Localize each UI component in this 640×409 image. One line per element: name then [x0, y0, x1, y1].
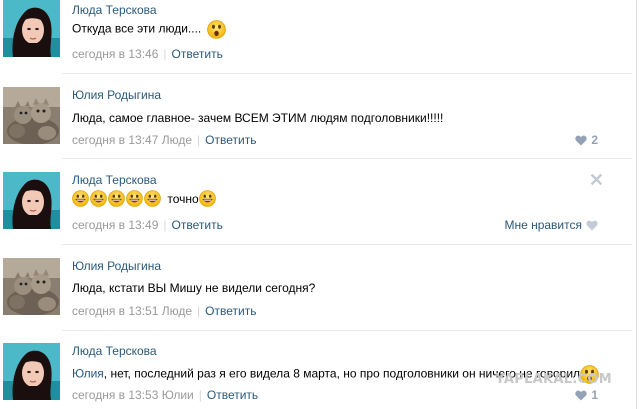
comment-time[interactable]: сегодня в 13:51 [72, 304, 158, 318]
comment-divider [62, 244, 632, 245]
comment-text: Люда, кстати ВЫ Мишу не видели сегодня? [72, 281, 316, 295]
like-button[interactable]: Мне нравится [504, 218, 598, 232]
avatar[interactable] [3, 87, 60, 144]
comment-divider [62, 330, 632, 331]
comment-author[interactable]: Юлия Родыгина [72, 88, 161, 102]
heart-icon [586, 220, 598, 231]
comment-text: Откуда все эти люди.... [72, 20, 227, 39]
heart-icon [575, 390, 587, 401]
meta-separator: | [197, 304, 201, 318]
avatar[interactable] [3, 0, 60, 57]
comment-time[interactable]: сегодня в 13:46 [72, 47, 158, 61]
like-label[interactable]: Мне нравится [504, 218, 582, 232]
comment-time[interactable]: сегодня в 13:53 [72, 388, 158, 402]
avatar[interactable] [3, 172, 60, 229]
smiley-emoji-icon [90, 190, 107, 207]
page-border [636, 0, 637, 409]
reply-to[interactable]: Люде [162, 133, 192, 147]
meta-separator: | [163, 47, 167, 61]
mention-link[interactable]: Юлия [72, 367, 104, 381]
smiley-emoji-icon [108, 190, 125, 207]
smiley-emoji-icon [126, 190, 143, 207]
reply-link[interactable]: Ответить [172, 218, 223, 232]
comment-text: Люда, самое главное- зачем ВСЕМ ЭТИМ люд… [72, 111, 444, 125]
comment-text: точно [72, 190, 217, 207]
like-counter[interactable]: 1 [575, 388, 598, 402]
comment-author[interactable]: Юлия Родыгина [72, 259, 161, 273]
comment-divider [62, 73, 632, 74]
comment-meta: сегодня в 13:47 Люде | Ответить [72, 133, 256, 147]
comment-author[interactable]: Люда Терскова [72, 344, 157, 358]
meta-separator: | [197, 133, 201, 147]
reply-link[interactable]: Ответить [205, 133, 256, 147]
comment-time[interactable]: сегодня в 13:49 [72, 218, 158, 232]
reply-link[interactable]: Ответить [172, 47, 223, 61]
meta-separator: | [198, 388, 202, 402]
smiley-emoji-icon [72, 190, 89, 207]
comment-author[interactable]: Люда Терскова [72, 3, 157, 17]
reply-to[interactable]: Люде [162, 304, 192, 318]
comment-meta: сегодня в 13:46 | Ответить [72, 47, 223, 61]
comment-time[interactable]: сегодня в 13:47 [72, 133, 158, 147]
comment-item: Юлия Родыгина Люда, самое главное- зачем… [0, 85, 628, 155]
avatar[interactable] [3, 258, 60, 315]
heart-icon [575, 135, 587, 146]
comment-item: Юлия Родыгина Люда, кстати ВЫ Мишу не ви… [0, 256, 628, 326]
comment-item: Люда Терскова точно сегодня в 13:49 | Отве… [0, 170, 628, 240]
comment-meta: сегодня в 13:53 Юлии | Ответить [72, 388, 258, 402]
reply-link[interactable]: Ответить [205, 304, 256, 318]
smiley-emoji-icon [199, 190, 216, 207]
comment-meta: сегодня в 13:51 Люде | Ответить [72, 304, 256, 318]
surprised-emoji-icon [207, 20, 226, 39]
close-icon[interactable]: ✕ [589, 170, 604, 191]
like-count: 2 [591, 133, 598, 147]
reply-link[interactable]: Ответить [207, 388, 258, 402]
like-counter[interactable]: 2 [575, 133, 598, 147]
comment-meta: сегодня в 13:49 | Ответить [72, 218, 223, 232]
smiley-emoji-icon [144, 190, 161, 207]
avatar[interactable] [3, 343, 60, 400]
comment-author[interactable]: Люда Терскова [72, 173, 157, 187]
watermark: YAPLAKAL.COM [495, 372, 612, 387]
like-count: 1 [591, 388, 598, 402]
reply-to[interactable]: Юлии [162, 388, 194, 402]
comment-divider [62, 158, 632, 159]
comment-item: Люда Терскова Откуда все эти люди.... се… [0, 0, 628, 70]
meta-separator: | [163, 218, 167, 232]
